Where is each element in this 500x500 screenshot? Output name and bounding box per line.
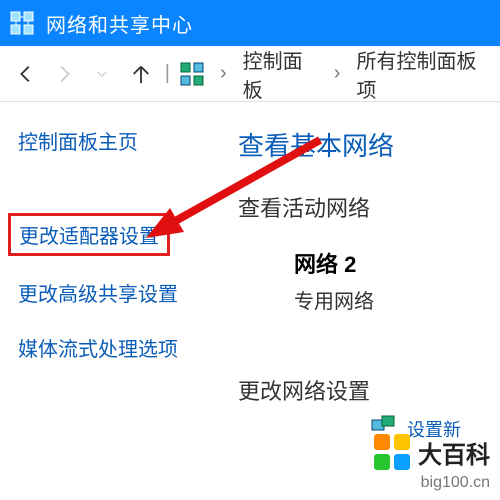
network-name: 网络 2 bbox=[294, 247, 492, 279]
up-button[interactable] bbox=[127, 59, 155, 89]
nav-row: | › 控制面板 › 所有控制面板项 bbox=[0, 46, 500, 102]
control-panel-home-link[interactable]: 控制面板主页 bbox=[18, 126, 212, 155]
media-streaming-options-link[interactable]: 媒体流式处理选项 bbox=[18, 333, 212, 362]
active-networks-heading: 查看活动网络 bbox=[238, 191, 492, 223]
network-type: 专用网络 bbox=[294, 285, 492, 314]
chevron-right-icon[interactable]: › bbox=[328, 62, 347, 85]
advanced-sharing-settings-link[interactable]: 更改高级共享设置 bbox=[18, 278, 212, 307]
change-settings-heading: 更改网络设置 bbox=[238, 374, 492, 406]
breadcrumb-all-items[interactable]: 所有控制面板项 bbox=[356, 45, 488, 103]
breadcrumb-control-panel[interactable]: 控制面板 bbox=[243, 45, 318, 103]
back-button[interactable] bbox=[12, 59, 40, 89]
main-panel: 查看基本网络 查看活动网络 网络 2 专用网络 更改网络设置 bbox=[230, 102, 500, 454]
watermark-logo-icon bbox=[372, 432, 412, 472]
page-heading: 查看基本网络 bbox=[238, 126, 492, 163]
watermark: 大百科 big100.cn bbox=[372, 432, 490, 492]
chevron-right-icon[interactable]: › bbox=[214, 62, 233, 85]
watermark-brand: 大百科 bbox=[418, 435, 490, 470]
sidebar: 控制面板主页 更改适配器设置 更改高级共享设置 媒体流式处理选项 bbox=[0, 102, 230, 454]
network-center-icon bbox=[10, 11, 34, 35]
content-area: 控制面板主页 更改适配器设置 更改高级共享设置 媒体流式处理选项 查看基本网络 … bbox=[0, 102, 500, 454]
recent-dropdown[interactable] bbox=[88, 59, 116, 89]
control-panel-icon[interactable] bbox=[180, 62, 204, 86]
change-adapter-settings-link[interactable]: 更改适配器设置 bbox=[8, 213, 170, 256]
titlebar: 网络和共享中心 bbox=[0, 0, 500, 46]
watermark-url: big100.cn bbox=[421, 474, 490, 492]
forward-button[interactable] bbox=[50, 59, 78, 89]
window-title: 网络和共享中心 bbox=[46, 9, 193, 38]
address-separator: | bbox=[165, 62, 170, 85]
